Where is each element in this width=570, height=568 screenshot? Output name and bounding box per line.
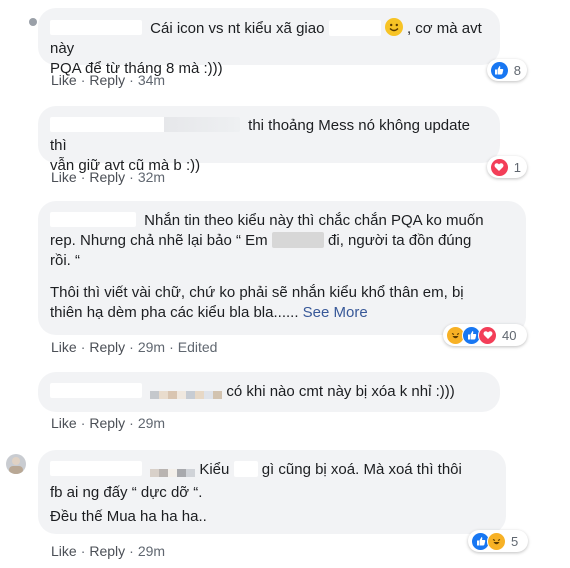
author-name[interactable]: [50, 117, 240, 132]
redacted-mosaic: [150, 463, 196, 483]
redacted-text: [271, 232, 324, 248]
comment-text-line: thiên hạ dèm pha các kiểu bla bla......: [50, 304, 299, 321]
separator-dot: ·: [80, 415, 86, 431]
comment-actions: Like · Reply · 29m: [51, 414, 165, 432]
reaction-count: 8: [513, 62, 521, 78]
reaction-summary[interactable]: 5: [468, 530, 528, 552]
comment-text-line: Đều thế Mua ha ha ha..: [50, 508, 207, 525]
reaction-count: 40: [502, 327, 517, 343]
timestamp[interactable]: 32m: [138, 169, 165, 185]
comment-bubble: Kiểu gì cũng bị xoá. Mà xoá thì thôi fb …: [38, 450, 506, 534]
comment-text-line: Thôi thì viết vài chữ, chứ ko phải sẽ nh…: [50, 284, 464, 301]
separator-dot: ·: [80, 72, 86, 88]
separator-dot: ·: [169, 339, 174, 355]
reaction-summary[interactable]: 40: [443, 324, 527, 346]
comment-actions: Like · Reply · 29m: [51, 542, 165, 560]
timestamp[interactable]: 34m: [138, 72, 165, 88]
separator-dot: ·: [129, 415, 134, 431]
redacted-mosaic: [150, 385, 223, 405]
comment-text-line: gì cũng bị xoá. Mà xoá thì thôi: [261, 461, 462, 478]
edited-label[interactable]: Edited: [178, 339, 218, 355]
like-link[interactable]: Like: [51, 543, 77, 559]
smile-emoji-icon: [384, 18, 403, 36]
separator-dot: ·: [129, 72, 134, 88]
author-name[interactable]: [50, 212, 136, 227]
comment-actions: Like · Reply · 34m: [51, 71, 165, 89]
love-reaction-icon: [490, 157, 509, 177]
comment-text-line: có khi nào cmt này bị xóa k nhỉ :))): [226, 383, 455, 400]
timestamp[interactable]: 29m: [138, 543, 165, 559]
comment-text-line: Nhắn tin theo kiểu này thì chắc chắn PQA…: [144, 212, 484, 229]
reply-link[interactable]: Reply: [89, 415, 125, 431]
comment-bubble: Cái icon vs nt kiểu xã giao , cơ mà avt …: [38, 8, 500, 77]
comment-text-line: đi, người ta đồn đúng: [328, 232, 472, 249]
see-more-link[interactable]: See More: [303, 304, 368, 321]
like-link[interactable]: Like: [51, 339, 77, 355]
haha-reaction-icon: [487, 531, 506, 551]
separator-dot: ·: [129, 339, 134, 355]
reply-link[interactable]: Reply: [89, 339, 125, 355]
timestamp[interactable]: 29m: [138, 339, 165, 355]
author-name[interactable]: [50, 20, 142, 35]
comment-text-line: fb ai ng đấy “ dực dỡ “.: [50, 484, 203, 501]
redacted-text: [233, 461, 258, 477]
separator-dot: ·: [80, 169, 86, 185]
like-link[interactable]: Like: [51, 169, 77, 185]
reply-link[interactable]: Reply: [89, 72, 125, 88]
comment-bubble: có khi nào cmt này bị xóa k nhỉ :))): [38, 372, 500, 412]
author-name[interactable]: [50, 461, 142, 476]
reaction-count: 5: [511, 533, 519, 549]
avatar[interactable]: [6, 454, 26, 474]
like-link[interactable]: Like: [51, 72, 77, 88]
separator-dot: ·: [80, 543, 86, 559]
like-link[interactable]: Like: [51, 415, 77, 431]
reaction-count: 1: [513, 159, 521, 175]
comment-bubble: Nhắn tin theo kiểu này thì chắc chắn PQA…: [38, 201, 526, 335]
comment-bubble: thi thoảng Mess nó không update thì vẫn …: [38, 106, 500, 174]
separator-dot: ·: [129, 169, 134, 185]
comment-actions: Like · Reply · 29m · Edited: [51, 338, 217, 356]
avatar[interactable]: [28, 16, 38, 28]
separator-dot: ·: [129, 543, 134, 559]
reaction-summary[interactable]: 8: [487, 59, 527, 81]
comment-text-line: Kiểu: [199, 461, 230, 478]
redacted-text: [328, 20, 381, 36]
like-reaction-icon: [490, 60, 509, 80]
comment-text-line: rồi. “: [50, 252, 80, 269]
reply-link[interactable]: Reply: [89, 169, 125, 185]
timestamp[interactable]: 29m: [138, 415, 165, 431]
comment-text-line: rep. Nhưng chả nhẽ lại bảo “ Em: [50, 232, 268, 249]
reply-link[interactable]: Reply: [89, 543, 125, 559]
separator-dot: ·: [80, 339, 86, 355]
love-reaction-icon: [478, 325, 497, 345]
author-name[interactable]: [50, 383, 142, 398]
comment-actions: Like · Reply · 32m: [51, 168, 165, 186]
reaction-summary[interactable]: 1: [487, 156, 527, 178]
comment-text-line: Cái icon vs nt kiểu xã giao: [150, 20, 325, 37]
